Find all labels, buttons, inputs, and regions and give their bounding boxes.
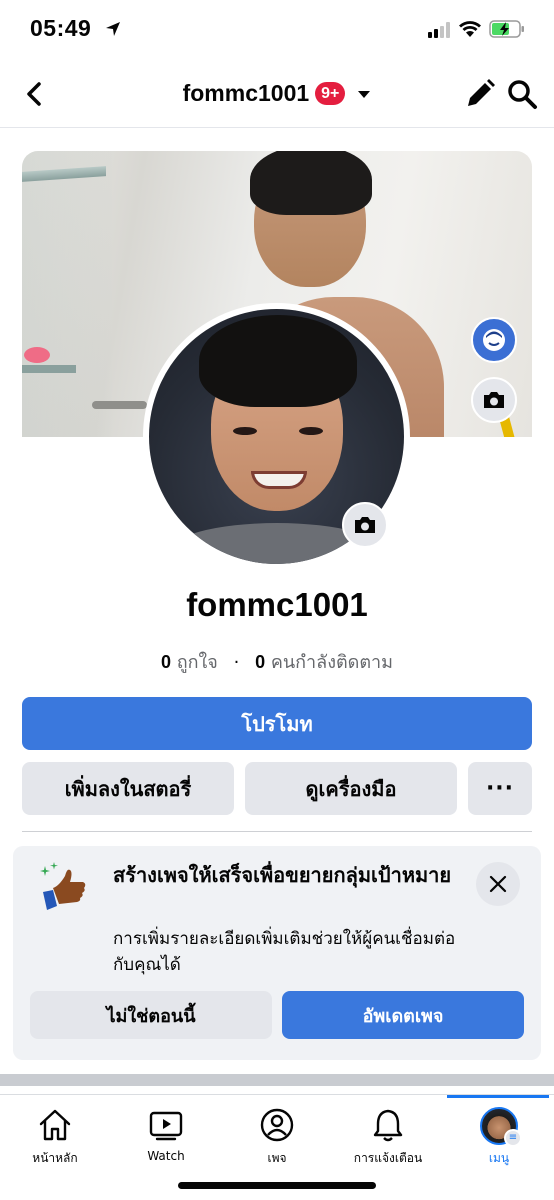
tab-notifications[interactable]: การแจ้งเตือน bbox=[333, 1095, 443, 1175]
close-icon bbox=[489, 875, 507, 893]
location-arrow-icon bbox=[106, 22, 120, 36]
divider bbox=[22, 831, 532, 832]
complete-page-card: สร้างเพจให้เสร็จเพื่อขยายกลุ่มเป้าหมาย ก… bbox=[13, 846, 541, 1060]
page-header: fommc1001 9+ bbox=[0, 62, 554, 128]
likes-label[interactable]: ถูกใจ bbox=[177, 652, 218, 673]
hamburger-menu-icon: ≡ bbox=[504, 1129, 522, 1147]
tab-label: เพจ bbox=[267, 1151, 287, 1165]
cover-photo-detail bbox=[92, 401, 147, 409]
profile-photo-detail bbox=[233, 427, 257, 435]
card-title: สร้างเพจให้เสร็จเพื่อขยายกลุ่มเป้าหมาย bbox=[113, 863, 452, 887]
avatar-face-icon bbox=[483, 329, 505, 351]
page-switcher[interactable]: fommc1001 9+ bbox=[183, 80, 372, 107]
tab-label: เมนู bbox=[488, 1151, 510, 1165]
wifi-icon bbox=[459, 21, 481, 37]
camera-icon bbox=[484, 392, 504, 408]
notification-badge: 9+ bbox=[315, 82, 346, 105]
tab-menu[interactable]: ≡ เมนู bbox=[444, 1095, 554, 1175]
cover-photo-detail bbox=[250, 151, 372, 215]
tab-label: หน้าหลัก bbox=[32, 1151, 78, 1165]
tab-label: Watch bbox=[147, 1149, 185, 1163]
view-tools-button[interactable]: ดูเครื่องมือ bbox=[245, 762, 457, 815]
cover-photo-detail bbox=[22, 365, 76, 373]
status-bar: 05:49 bbox=[0, 0, 554, 62]
page-stats: 0 ถูกใจ · 0 คนกำลังติดตาม bbox=[0, 647, 554, 676]
cover-photo-detail bbox=[22, 151, 112, 437]
page-name: fommc1001 bbox=[186, 586, 368, 623]
edit-profile-picture-button[interactable] bbox=[342, 502, 388, 548]
update-page-button[interactable]: อัพเดตเพจ bbox=[282, 991, 524, 1039]
tab-pages[interactable]: เพจ bbox=[222, 1095, 332, 1175]
promote-button[interactable]: โปรโมท bbox=[22, 697, 532, 750]
chevron-down-icon bbox=[358, 90, 371, 98]
watch-icon bbox=[149, 1111, 183, 1141]
thumbs-up-sparkle-icon bbox=[40, 862, 86, 910]
edit-cover-photo-button[interactable] bbox=[471, 377, 517, 423]
add-to-story-button[interactable]: เพิ่มลงในสตอรี่ bbox=[22, 762, 234, 815]
followers-count: 0 bbox=[255, 652, 266, 672]
tab-home[interactable]: หน้าหลัก bbox=[0, 1095, 110, 1175]
profile-photo-detail bbox=[299, 427, 323, 435]
separator-dot: · bbox=[233, 652, 240, 673]
card-description: การเพิ่มรายละเอียดเพิ่มเติมช่วยให้ผู้คนเ… bbox=[113, 929, 456, 975]
close-card-button[interactable] bbox=[476, 862, 520, 906]
edit-pencil-icon[interactable] bbox=[464, 78, 496, 110]
profile-photo-detail bbox=[199, 315, 357, 407]
camera-icon bbox=[355, 517, 375, 533]
cellular-signal-icon bbox=[428, 22, 450, 38]
tab-watch[interactable]: Watch bbox=[111, 1095, 221, 1175]
section-separator bbox=[0, 1074, 554, 1086]
not-now-button[interactable]: ไม่ใช่ตอนนี้ bbox=[30, 991, 272, 1039]
tab-label: การแจ้งเตือน bbox=[353, 1151, 423, 1165]
menu-avatar: ≡ bbox=[480, 1107, 522, 1147]
search-icon[interactable] bbox=[506, 78, 538, 110]
likes-count: 0 bbox=[160, 652, 171, 672]
status-time: 05:49 bbox=[30, 15, 92, 41]
followers-label[interactable]: คนกำลังติดตาม bbox=[271, 652, 393, 673]
avatar-button[interactable] bbox=[471, 317, 517, 363]
home-icon bbox=[39, 1109, 71, 1141]
cover-photo-detail bbox=[24, 347, 50, 363]
battery-charging-icon bbox=[489, 20, 524, 38]
page-title: fommc1001 bbox=[182, 80, 310, 106]
page-icon bbox=[260, 1108, 294, 1142]
bell-icon bbox=[373, 1109, 403, 1142]
home-indicator bbox=[178, 1182, 376, 1189]
more-options-button[interactable]: ··· bbox=[468, 762, 532, 815]
